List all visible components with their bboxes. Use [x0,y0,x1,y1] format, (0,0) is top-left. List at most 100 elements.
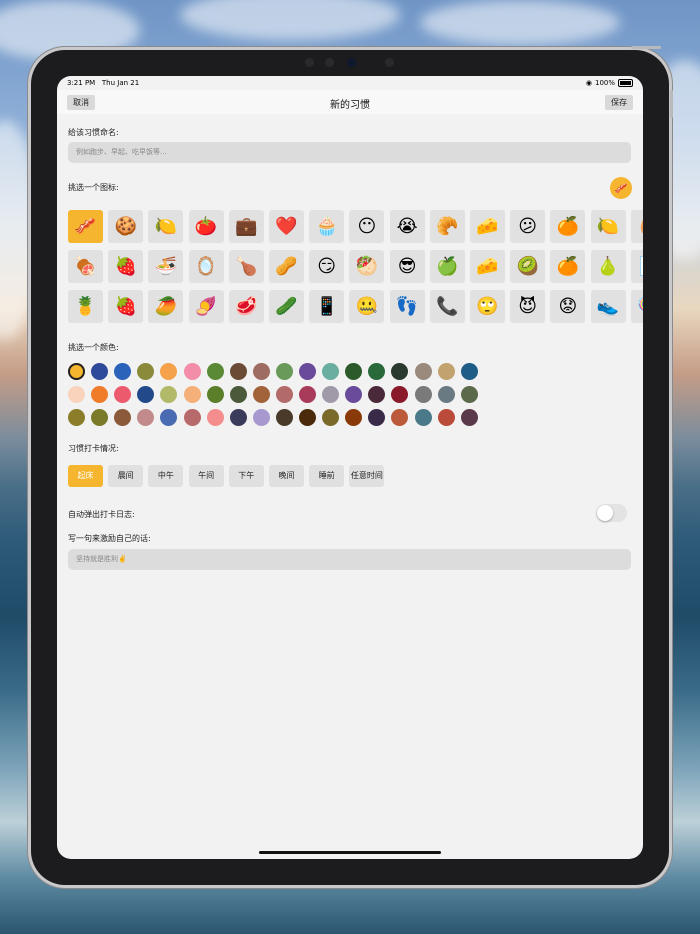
color-swatch[interactable] [391,363,409,380]
habit-icon-option[interactable]: 🍪 [108,210,144,243]
color-swatch[interactable] [137,386,155,403]
color-swatch[interactable] [391,409,409,426]
habit-icon-option[interactable]: 📱 [309,290,345,323]
motto-input[interactable]: 坚持就是胜利✌️ [68,549,631,570]
color-swatch[interactable] [91,363,109,380]
color-swatch[interactable] [206,386,224,403]
color-swatch[interactable] [368,386,386,403]
color-swatch[interactable] [252,409,270,426]
habit-icon-option[interactable]: 🍍 [68,290,103,323]
habit-icon-option[interactable]: 🍓 [108,290,144,323]
color-swatch[interactable] [68,409,85,426]
color-swatch[interactable] [160,363,178,380]
habit-icon-option[interactable]: 🍋 [148,210,184,243]
color-swatch[interactable] [437,363,455,380]
habit-icon-option[interactable]: 🍐 [590,250,626,283]
habit-icon-option[interactable]: 📞 [429,290,465,323]
habit-icon-option[interactable]: 😈 [510,290,546,323]
color-swatch[interactable] [183,363,201,380]
habit-icon-option[interactable]: 🥩 [228,290,264,323]
color-swatch[interactable] [68,386,85,403]
habit-icon-option[interactable]: 🥓 [68,210,103,243]
color-swatch[interactable] [183,409,201,426]
time-option-button[interactable]: 睡前 [309,465,345,487]
habit-icon-option[interactable]: 🥝 [510,250,546,283]
color-swatch[interactable] [437,386,455,403]
color-swatch[interactable] [229,409,247,426]
time-option-button[interactable]: 下午 [228,465,264,487]
color-swatch[interactable] [206,363,224,380]
color-swatch[interactable] [91,386,109,403]
habit-icon-option[interactable]: 🤐 [349,290,385,323]
color-swatch[interactable] [275,386,293,403]
color-swatch[interactable] [160,409,178,426]
time-option-button[interactable]: 中午 [148,465,184,487]
habit-icon-option[interactable]: 🥭 [148,290,184,323]
habit-icon-option[interactable]: 😎 [389,250,425,283]
color-swatch[interactable] [137,363,155,380]
habit-icon-option[interactable]: 🧁 [309,210,345,243]
habit-icon-option[interactable]: 🧀 [470,250,505,283]
habit-icon-option[interactable]: 🙄 [470,290,505,323]
habit-icon-option[interactable]: 🍊 [550,250,586,283]
habit-icon-option[interactable]: 🍗 [228,250,264,283]
color-swatch[interactable] [91,409,109,426]
habit-icon-option[interactable]: 🍭 [630,290,643,323]
color-swatch[interactable] [460,409,478,426]
habit-icon-option[interactable]: 😏 [309,250,345,283]
color-swatch[interactable] [414,409,432,426]
color-swatch[interactable] [322,409,340,426]
habit-icon-option[interactable]: ❤️ [269,210,304,243]
color-swatch[interactable] [114,386,132,403]
color-swatch[interactable] [252,363,270,380]
habit-icon-option[interactable]: 💼 [228,210,264,243]
habit-icon-option[interactable]: 🍓 [108,250,144,283]
habit-icon-option[interactable]: 🥙 [349,250,385,283]
color-swatch[interactable] [299,409,316,426]
color-swatch[interactable] [275,409,293,426]
color-swatch[interactable] [368,363,386,380]
color-swatch[interactable] [252,386,270,403]
habit-icon-option[interactable]: 🍏 [429,250,465,283]
color-swatch[interactable] [275,363,293,380]
habit-icon-option[interactable]: 📄 [630,250,643,283]
habit-icon-option[interactable]: 👟 [590,290,626,323]
habit-icon-option[interactable]: 🥚 [630,210,643,243]
color-swatch[interactable] [299,363,316,380]
habit-icon-option[interactable]: 🍠 [188,290,224,323]
habit-icon-option[interactable]: 🍖 [68,250,103,283]
habit-icon-option[interactable]: 🧀 [470,210,505,243]
time-option-button[interactable]: 起床 [68,465,103,487]
color-swatch[interactable] [114,409,132,426]
habit-icon-option[interactable]: 👣 [389,290,425,323]
color-swatch[interactable] [299,386,316,403]
habit-icon-option[interactable]: 😟 [550,290,586,323]
color-swatch[interactable] [460,386,478,403]
color-swatch[interactable] [391,386,409,403]
color-swatch[interactable] [183,386,201,403]
color-swatch[interactable] [322,363,340,380]
habit-icon-option[interactable]: 🥜 [269,250,304,283]
color-swatch[interactable] [322,386,340,403]
habit-name-input[interactable]: 例如跑步、早起、吃早饭等... [68,142,631,163]
color-swatch[interactable] [460,363,478,380]
color-swatch[interactable] [414,363,432,380]
auto-log-toggle[interactable] [596,504,627,522]
color-swatch[interactable] [68,363,85,380]
habit-icon-option[interactable]: 🍊 [550,210,586,243]
color-swatch[interactable] [206,409,224,426]
time-option-button[interactable]: 晨间 [108,465,144,487]
time-option-button[interactable]: 午间 [188,465,224,487]
time-option-button[interactable]: 任意时间 [349,465,385,487]
color-swatch[interactable] [345,363,363,380]
color-swatch[interactable] [137,409,155,426]
habit-icon-option[interactable]: 🍜 [148,250,184,283]
habit-icon-option[interactable]: 😕 [510,210,546,243]
color-swatch[interactable] [368,409,386,426]
color-swatch[interactable] [114,363,132,380]
color-swatch[interactable] [414,386,432,403]
color-swatch[interactable] [229,363,247,380]
color-swatch[interactable] [345,386,363,403]
habit-icon-option[interactable]: 🥐 [429,210,465,243]
habit-icon-option[interactable]: 😶 [349,210,385,243]
